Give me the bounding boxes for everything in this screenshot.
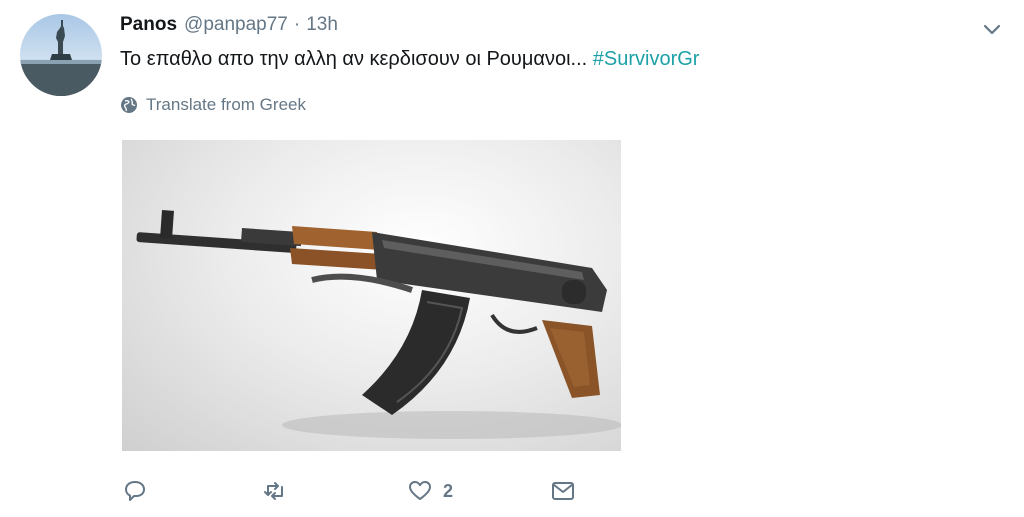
tweet-body: Το επαθλο απο την αλλη αν κερδισουν οι Ρ… (120, 48, 593, 70)
tweet-media[interactable] (122, 140, 621, 451)
envelope-icon (552, 482, 574, 500)
retweet-button[interactable] (262, 478, 288, 504)
avatar[interactable] (20, 14, 102, 96)
like-count: 2 (443, 480, 454, 501)
separator-dot: · (293, 14, 301, 35)
rifle-image (136, 209, 621, 439)
tweet-timestamp[interactable]: 13h (306, 14, 338, 36)
translate-link[interactable]: Translate from Greek (120, 95, 306, 115)
heart-icon (409, 481, 431, 500)
statue-of-liberty-image (20, 20, 102, 96)
retweet-icon (264, 482, 283, 500)
author-handle[interactable]: @panpap77 (184, 14, 288, 36)
like-button[interactable]: 2 (407, 478, 453, 504)
chevron-down-icon[interactable] (980, 18, 1004, 42)
reply-icon (125, 481, 145, 501)
hashtag-link[interactable]: #SurvivorGr (593, 48, 700, 70)
tweet-header: Panos @panpap77 · 13h (120, 14, 338, 40)
translate-label[interactable]: Translate from Greek (146, 95, 306, 115)
direct-message-button[interactable] (550, 478, 576, 504)
reply-button[interactable] (122, 478, 148, 504)
tweet-text: Το επαθλο απο την αλλη αν κερδισουν οι Ρ… (120, 48, 699, 71)
author-name[interactable]: Panos (120, 14, 177, 36)
tweet-actions: 2 (122, 478, 602, 508)
globe-icon (121, 97, 137, 113)
